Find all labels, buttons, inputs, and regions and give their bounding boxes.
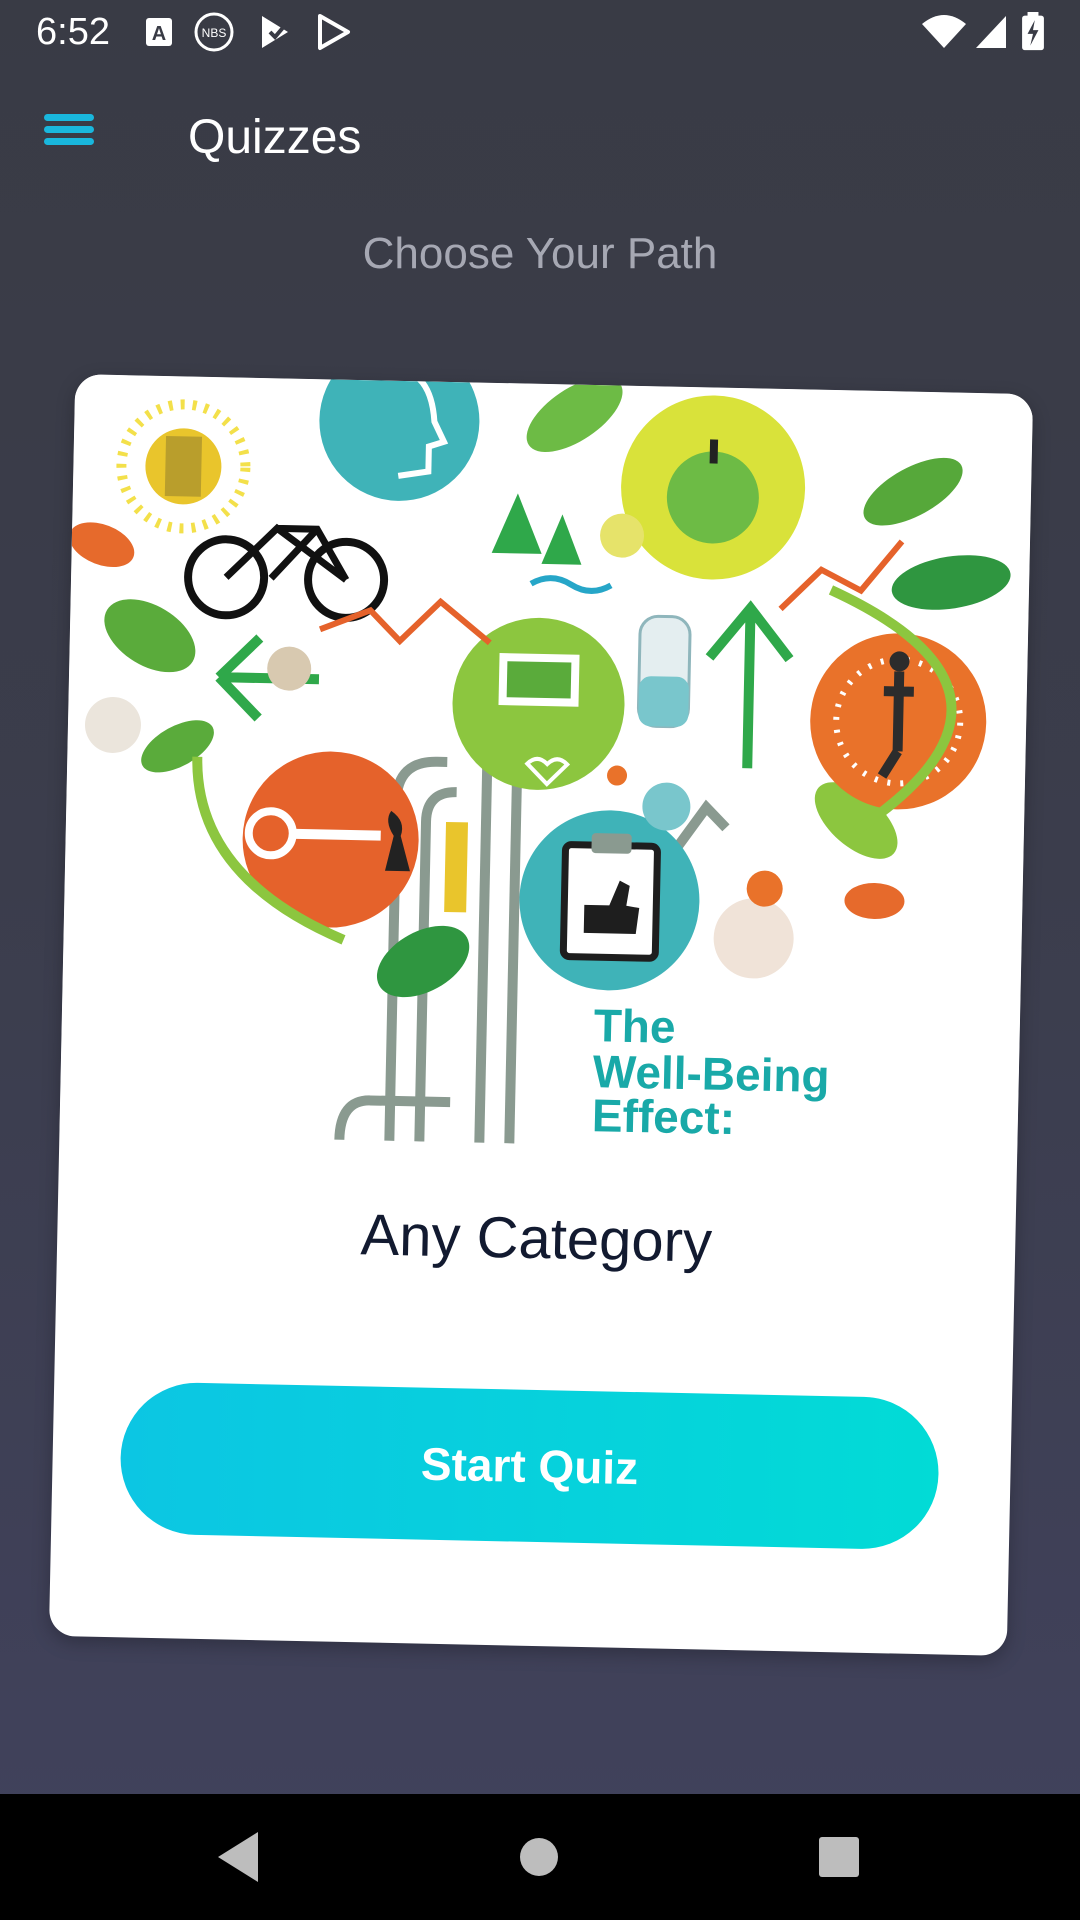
battery-charging-icon: [1022, 12, 1044, 51]
a-notification-icon: A: [146, 18, 172, 46]
svg-text:A: A: [152, 23, 166, 45]
start-quiz-button[interactable]: Start Quiz: [119, 1381, 941, 1551]
subtitle: Choose Your Path: [362, 229, 718, 278]
illustration-title-line-3: Effect:: [591, 1089, 735, 1144]
signal-icon: [976, 16, 1006, 48]
play-store-icon: [318, 14, 350, 50]
back-triangle-icon[interactable]: [206, 1824, 272, 1890]
status-bar: 6:52 A NBS: [0, 0, 1080, 64]
well-being-tree-illustration: The Well-Being Effect:: [59, 374, 1034, 1155]
play-store-check-icon: [262, 16, 288, 48]
quiz-category-card[interactable]: The Well-Being Effect: Any Category Star…: [48, 374, 1034, 1656]
category-name: Any Category: [359, 1202, 713, 1275]
home-circle-icon[interactable]: [506, 1824, 572, 1890]
page-title: Quizzes: [188, 111, 362, 164]
navigation-bar: [0, 1794, 1080, 1920]
svg-text:NBS: NBS: [202, 26, 227, 40]
wifi-icon: [922, 15, 966, 48]
nbs-app-icon: NBS: [194, 12, 234, 52]
recents-square-icon[interactable]: [806, 1824, 872, 1890]
hamburger-menu-icon[interactable]: [38, 104, 102, 156]
status-time: 6:52: [36, 11, 110, 53]
